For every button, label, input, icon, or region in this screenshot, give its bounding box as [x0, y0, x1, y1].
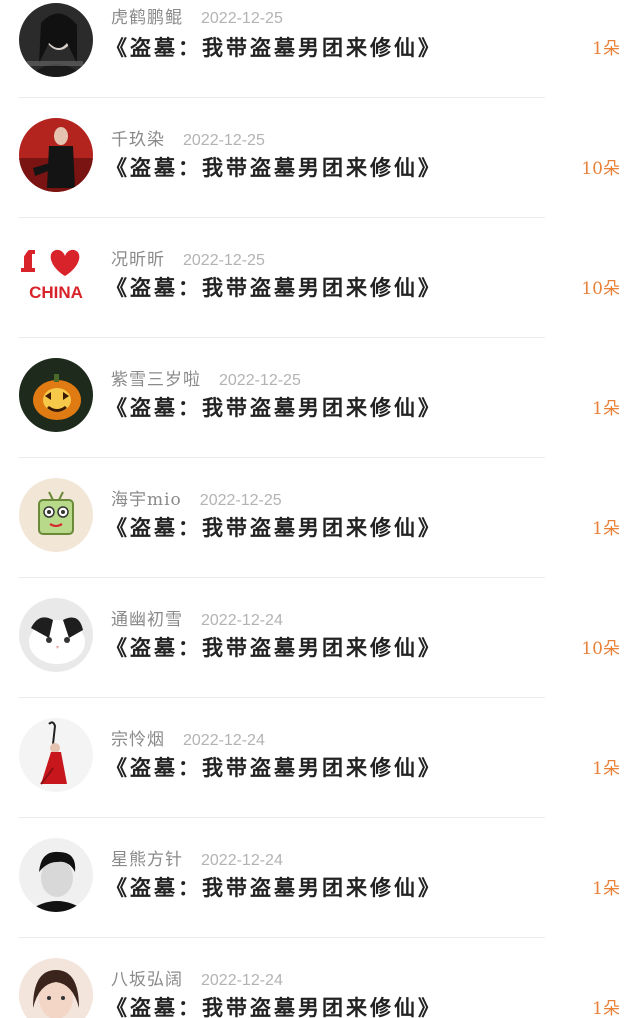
avatar-woman-dark-photo-icon	[19, 3, 93, 77]
user-name[interactable]: 八坂弘阔	[111, 970, 183, 990]
book-title[interactable]: 《盗墓：我带盗墓男团来修仙》	[106, 32, 442, 64]
avatar[interactable]	[19, 3, 93, 77]
date: 2022-12-25	[219, 372, 301, 389]
date: 2022-12-25	[183, 132, 265, 149]
gift-amount: 1朵	[592, 759, 620, 779]
gift-amount: 1朵	[592, 879, 620, 899]
list-item[interactable]: 宗怜烟 2022-12-24 《盗墓：我带盗墓男团来修仙》 1朵	[0, 698, 640, 818]
user-name[interactable]: 千玖染	[111, 130, 165, 150]
list-item[interactable]: 八坂弘阔 2022-12-24 《盗墓：我带盗墓男团来修仙》 1朵	[0, 938, 640, 1018]
date: 2022-12-25	[199, 492, 282, 509]
meta-line: 虎鹤鹏鲲 2022-12-25	[111, 6, 283, 30]
user-name[interactable]: 通幽初雪	[111, 610, 183, 630]
list-item[interactable]: 星熊方针 2022-12-24 《盗墓：我带盗墓男团来修仙》 1朵	[0, 818, 640, 938]
avatar[interactable]	[19, 478, 93, 552]
list-item[interactable]: 海宇mio 2022-12-25 《盗墓：我带盗墓男团来修仙》 1朵	[0, 458, 640, 578]
list-item[interactable]: 通幽初雪 2022-12-24 《盗墓：我带盗墓男团来修仙》 10朵	[0, 578, 640, 698]
avatar[interactable]	[19, 118, 93, 192]
svg-text:CHINA: CHINA	[29, 283, 83, 302]
meta-line: 宗怜烟 2022-12-24	[111, 728, 265, 752]
list-item[interactable]: 千玖染 2022-12-25 《盗墓：我带盗墓男团来修仙》 10朵	[0, 98, 640, 218]
avatar[interactable]	[19, 358, 93, 432]
avatar-woman-red-photo-icon	[19, 118, 93, 192]
meta-line: 千玖染 2022-12-25	[111, 128, 265, 152]
book-title[interactable]: 《盗墓：我带盗墓男团来修仙》	[106, 992, 442, 1018]
meta-line: 紫雪三岁啦 2022-12-25	[111, 368, 301, 392]
gift-amount: 1朵	[592, 519, 620, 539]
user-name[interactable]: 紫雪三岁啦	[111, 370, 201, 390]
date: 2022-12-24	[183, 732, 265, 749]
book-title[interactable]: 《盗墓：我带盗墓男团来修仙》	[106, 392, 442, 424]
user-name[interactable]: 虎鹤鹏鲲	[111, 8, 183, 28]
avatar-pumpkin-icon	[19, 358, 93, 432]
meta-line: 况昕昕 2022-12-25	[111, 248, 265, 272]
user-name[interactable]: 星熊方针	[111, 850, 183, 870]
user-name[interactable]: 海宇mio	[111, 490, 182, 510]
book-title[interactable]: 《盗墓：我带盗墓男团来修仙》	[106, 872, 442, 904]
date: 2022-12-24	[201, 852, 283, 869]
list-item[interactable]: 虎鹤鹏鲲 2022-12-25 《盗墓：我带盗墓男团来修仙》 1朵	[0, 0, 640, 98]
date: 2022-12-25	[201, 10, 283, 27]
book-title[interactable]: 《盗墓：我带盗墓男团来修仙》	[106, 752, 442, 784]
avatar-cat-icon	[19, 598, 93, 672]
gift-amount: 1朵	[592, 999, 620, 1018]
book-title[interactable]: 《盗墓：我带盗墓男团来修仙》	[106, 632, 442, 664]
date: 2022-12-24	[201, 612, 283, 629]
avatar[interactable]: CHINA	[19, 238, 93, 312]
book-title[interactable]: 《盗墓：我带盗墓男团来修仙》	[106, 512, 442, 544]
gift-amount: 1朵	[592, 39, 620, 59]
avatar[interactable]	[19, 718, 93, 792]
meta-line: 通幽初雪 2022-12-24	[111, 608, 283, 632]
avatar-girl-photo-icon	[19, 958, 93, 1018]
meta-line: 八坂弘阔 2022-12-24	[111, 968, 283, 992]
meta-line: 海宇mio 2022-12-25	[111, 488, 282, 512]
date: 2022-12-25	[183, 252, 265, 269]
gift-amount: 10朵	[581, 159, 620, 179]
avatar-cartoon-frog-icon	[19, 478, 93, 552]
list-item[interactable]: 紫雪三岁啦 2022-12-25 《盗墓：我带盗墓男团来修仙》 1朵	[0, 338, 640, 458]
book-title[interactable]: 《盗墓：我带盗墓男团来修仙》	[106, 152, 442, 184]
gift-amount: 10朵	[581, 639, 620, 659]
meta-line: 星熊方针 2022-12-24	[111, 848, 283, 872]
list-item[interactable]: CHINA 况昕昕 2022-12-25 《盗墓：我带盗墓男团来修仙》 10朵	[0, 218, 640, 338]
gift-record-list: 虎鹤鹏鲲 2022-12-25 《盗墓：我带盗墓男团来修仙》 1朵 千玖染 2022…	[0, 0, 640, 1018]
avatar[interactable]	[19, 598, 93, 672]
gift-amount: 10朵	[581, 279, 620, 299]
book-title[interactable]: 《盗墓：我带盗墓男团来修仙》	[106, 272, 442, 304]
avatar-i-love-china-icon: CHINA	[19, 238, 93, 312]
user-name[interactable]: 况昕昕	[111, 250, 165, 270]
date: 2022-12-24	[201, 972, 283, 989]
avatar[interactable]	[19, 958, 93, 1018]
avatar-boy-bw-icon	[19, 838, 93, 912]
avatar-dancer-red-dress-icon	[19, 718, 93, 792]
user-name[interactable]: 宗怜烟	[111, 730, 165, 750]
gift-amount: 1朵	[592, 399, 620, 419]
avatar[interactable]	[19, 838, 93, 912]
